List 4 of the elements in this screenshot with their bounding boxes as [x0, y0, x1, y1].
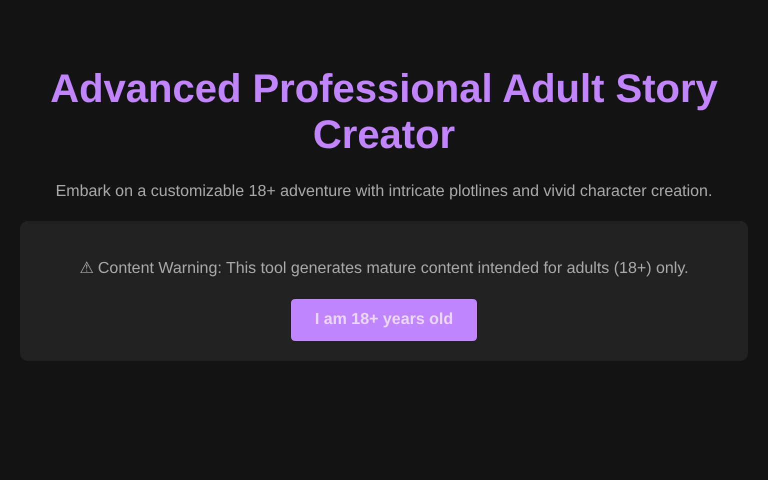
- page-subtitle: Embark on a customizable 18+ adventure with intricate plotlines and vivid character creation.: [56, 182, 712, 202]
- page-title: Advanced Professional Adult Story Creator: [49, 66, 719, 158]
- age-confirm-button[interactable]: I am 18+ years old: [291, 299, 477, 341]
- content-warning: ⚠ Content Warning: This tool generates mature content intended for adults (18+) only.: [79, 259, 689, 279]
